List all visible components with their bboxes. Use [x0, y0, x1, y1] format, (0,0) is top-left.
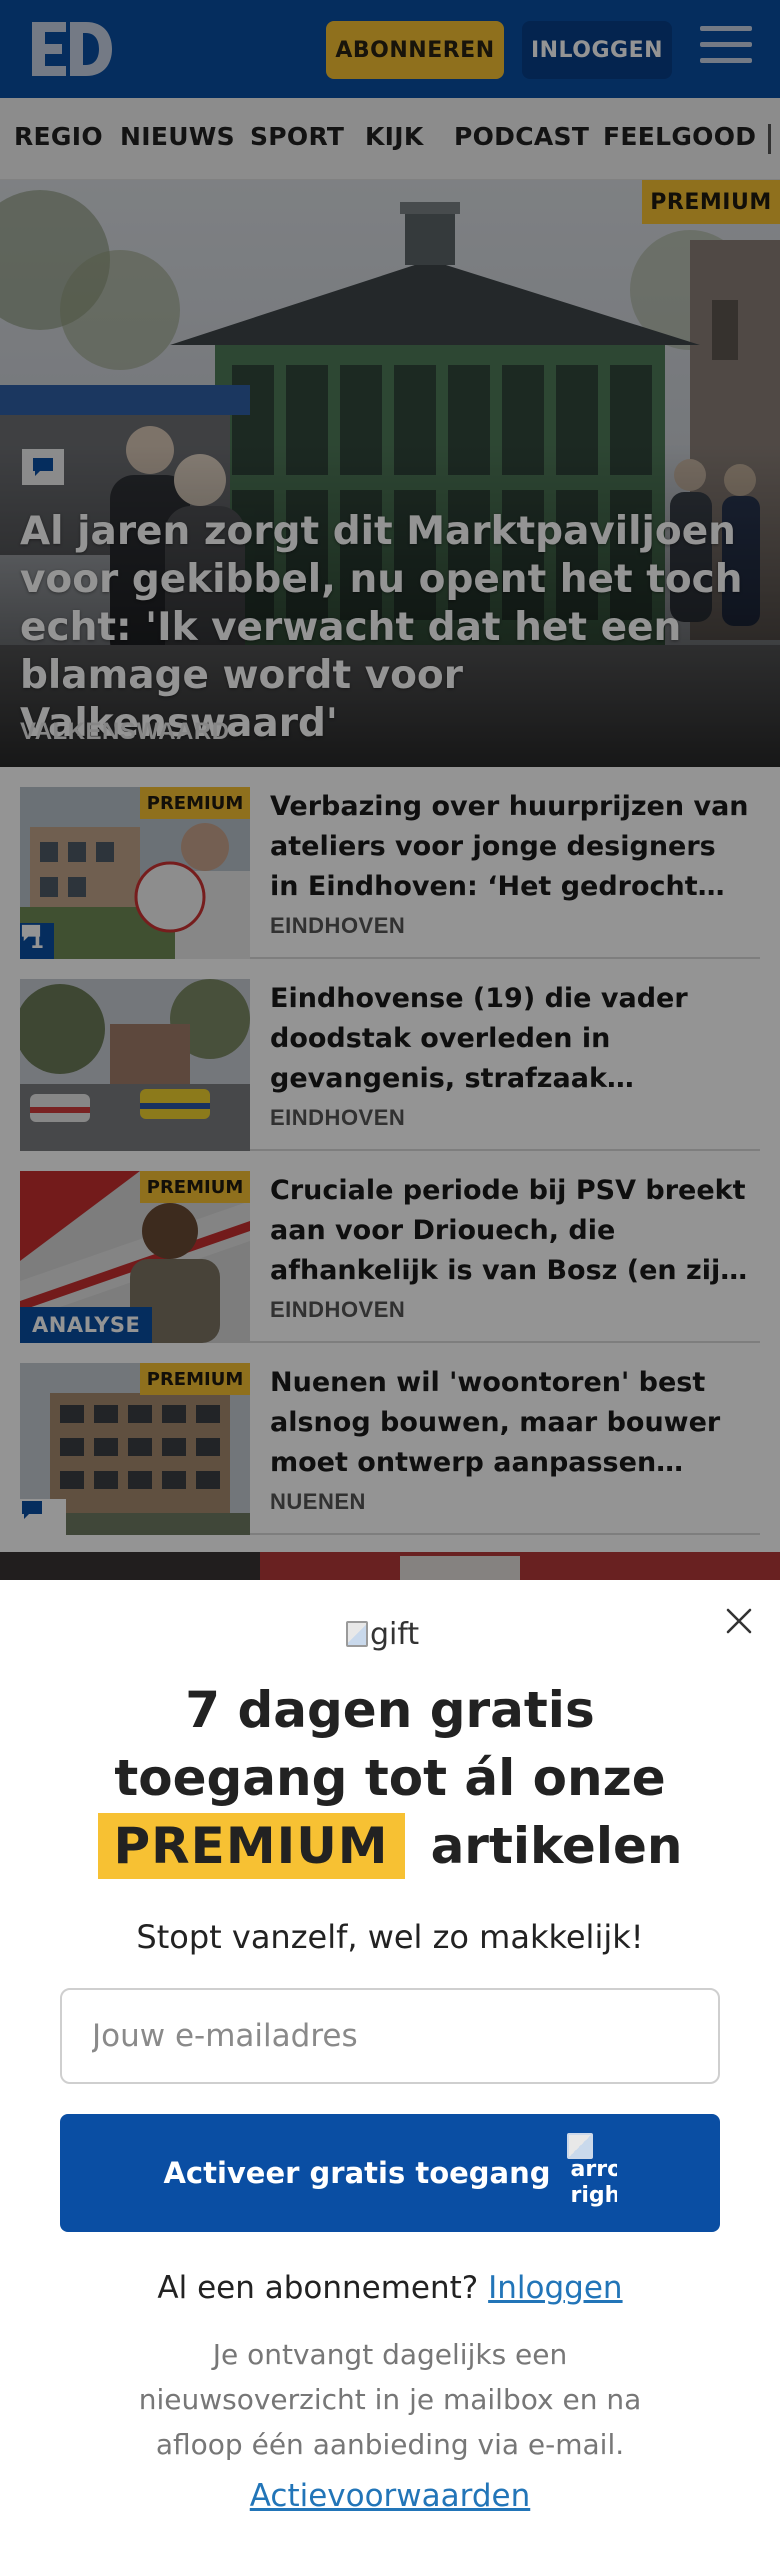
existing-subscription-line: Al een abonnement? Inloggen — [40, 2270, 740, 2306]
login-link[interactable]: Inloggen — [488, 2270, 622, 2306]
offer-subline: Stopt vanzelf, wel zo makkelijk! — [136, 1918, 644, 1956]
headline-line-1: 7 dagen gratis — [185, 1681, 595, 1739]
arrow-alt-text-1: arro — [570, 2157, 617, 2182]
gift-alt-text: gift — [370, 1616, 420, 1652]
modal-backdrop[interactable] — [0, 0, 780, 1580]
premium-highlight: PREMIUM — [97, 1813, 405, 1879]
trial-offer-modal: gift 7 dagen gratis toegang tot ál onze … — [0, 1580, 780, 2560]
activate-trial-button[interactable]: Activeer gratis toegang arro righ — [60, 2114, 720, 2232]
existing-subscription-text: Al een abonnement? — [157, 2270, 479, 2306]
activate-trial-label: Activeer gratis toegang — [163, 2156, 551, 2190]
arrow-right-icon: arro righ — [566, 2125, 617, 2221]
newsletter-info: Je ontvangt dagelijks een nieuwsoverzich… — [138, 2338, 642, 2461]
email-input[interactable] — [60, 1988, 720, 2084]
terms-link[interactable]: Actievoorwaarden — [40, 2478, 740, 2514]
offer-headline: 7 dagen gratis toegang tot ál onze PREMI… — [40, 1676, 740, 1880]
headline-line-3-rest: artikelen — [430, 1817, 683, 1875]
headline-line-2: toegang tot ál onze — [114, 1749, 666, 1807]
gift-icon: gift — [346, 1612, 436, 1656]
headline-line-3: PREMIUM artikelen — [97, 1812, 683, 1880]
close-icon[interactable] — [722, 1604, 756, 1638]
arrow-alt-text-2: righ — [570, 2183, 617, 2208]
